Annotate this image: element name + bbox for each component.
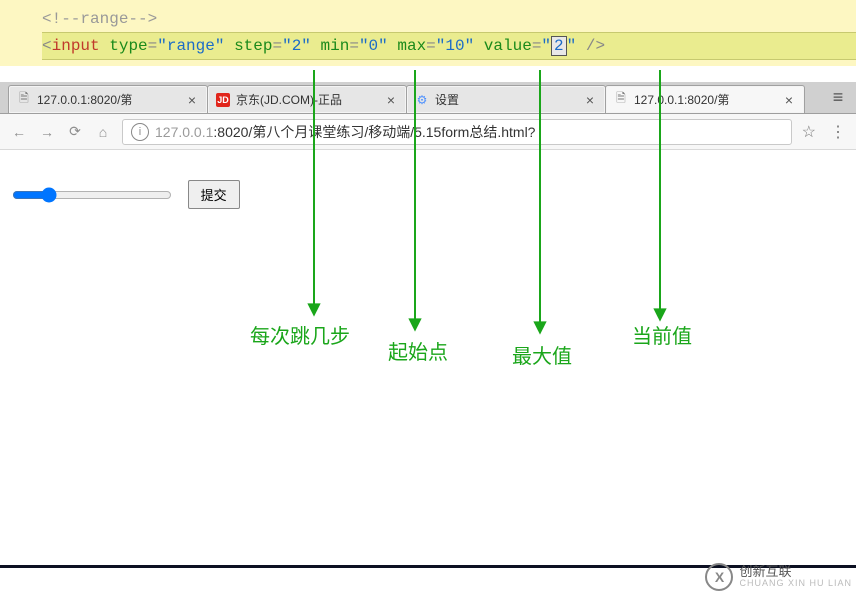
info-icon[interactable]: i xyxy=(131,123,149,141)
watermark-logo: X xyxy=(705,563,733,591)
url-path: :8020/第八个月课堂练习/移动端/5.15form总结.html? xyxy=(213,124,535,140)
annotation-max: 最大值 xyxy=(512,340,572,369)
code-block: <!--range--> <input type="range" step="2… xyxy=(0,0,856,66)
page-icon xyxy=(17,93,31,107)
close-icon[interactable]: × xyxy=(384,92,398,108)
browser-tabstrip: 127.0.0.1:8020/第 × JD 京东(JD.COM)-正品 × 设置… xyxy=(0,82,856,114)
close-icon[interactable]: × xyxy=(782,92,796,108)
window-menu-icon[interactable]: ≡ xyxy=(820,81,856,113)
tab-2[interactable]: JD 京东(JD.COM)-正品 × xyxy=(207,85,407,113)
browser-toolbar: ← → ⟳ ⌂ i 127.0.0.1:8020/第八个月课堂练习/移动端/5.… xyxy=(0,114,856,150)
tab-title: 设置 xyxy=(435,91,577,108)
gear-icon xyxy=(415,93,429,107)
code-cursor: 2 xyxy=(551,36,567,56)
tab-title: 127.0.0.1:8020/第 xyxy=(634,91,776,108)
home-button[interactable]: ⌂ xyxy=(94,124,112,140)
submit-button[interactable]: 提交 xyxy=(188,180,240,209)
tab-title: 127.0.0.1:8020/第 xyxy=(37,91,179,108)
watermark-line1: 创新互联 xyxy=(739,565,852,579)
bookmark-icon[interactable]: ☆ xyxy=(802,122,816,142)
tab-3[interactable]: 设置 × xyxy=(406,85,606,113)
page-icon xyxy=(614,93,628,107)
tab-4[interactable]: 127.0.0.1:8020/第 × xyxy=(605,85,805,113)
menu-icon[interactable]: ⋮ xyxy=(830,122,846,142)
watermark: X 创新互联 CHUANG XIN HU LIAN xyxy=(705,563,852,591)
annotation-value: 当前值 xyxy=(632,320,692,349)
range-input[interactable] xyxy=(12,187,172,203)
annotation-min: 起始点 xyxy=(388,336,448,365)
tab-1[interactable]: 127.0.0.1:8020/第 × xyxy=(8,85,208,113)
annotation-step: 每次跳几步 xyxy=(250,320,350,349)
url-host: 127.0.0.1 xyxy=(155,124,213,140)
code-comment: <!--range--> xyxy=(42,6,856,32)
close-icon[interactable]: × xyxy=(185,92,199,108)
forward-button[interactable]: → xyxy=(38,124,56,140)
watermark-line2: CHUANG XIN HU LIAN xyxy=(739,579,852,589)
tab-title: 京东(JD.COM)-正品 xyxy=(236,91,378,108)
jd-icon: JD xyxy=(216,93,230,107)
code-input-line: <input type="range" step="2" min="0" max… xyxy=(42,32,856,60)
back-button[interactable]: ← xyxy=(10,124,28,140)
reload-button[interactable]: ⟳ xyxy=(66,123,84,140)
close-icon[interactable]: × xyxy=(583,92,597,108)
address-bar[interactable]: i 127.0.0.1:8020/第八个月课堂练习/移动端/5.15form总结… xyxy=(122,119,792,145)
